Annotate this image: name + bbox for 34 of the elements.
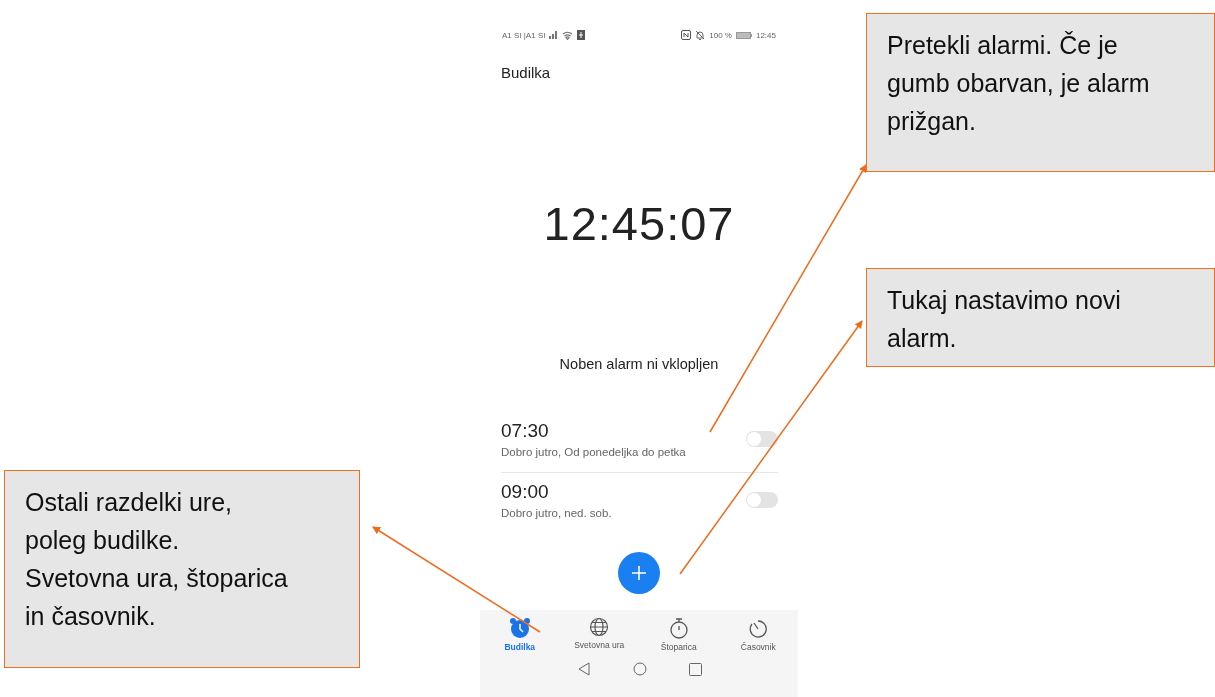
alarm-toggle[interactable] [746,492,778,508]
alarm-status-text: Noben alarm ni vklopljen [558,356,720,372]
alarm-time: 07:30 [501,420,550,442]
alarm-time: 09:00 [501,481,550,503]
battery-icon [735,31,752,39]
callout-box: Ostali razdelki ure, poleg budilke. Svetovna ura, štoparica in časovnik. [4,470,360,668]
nav-tab[interactable]: Štoparica [643,617,714,652]
plus-icon [631,565,647,581]
globe-icon [589,617,610,637]
wifi-icon [562,30,574,40]
nav-tab[interactable]: Budilka [484,617,555,652]
alarm-label: Dobro jutro, Od ponedeljka do petka [501,446,686,458]
callout-box: Tukaj nastavimo novi alarm. [866,268,1215,367]
nav-tab[interactable]: Svetovna ura [564,617,635,652]
carrier-text: A1 SI |A1 SI [502,30,546,40]
alarm-label: Dobro jutro, ned. sob. [501,507,612,519]
nav-tab[interactable]: Časovnik [723,617,794,652]
callout-box: Pretekli alarmi. Če je gumb obarvan, je alarm prižgan. [866,13,1215,172]
nfc-icon [681,30,692,40]
recents-icon[interactable] [688,662,702,676]
battery-icon [577,30,586,40]
stopwatch-icon [668,617,689,639]
signal-icon [549,31,559,39]
alarm-toggle[interactable] [746,431,778,447]
current-time: 12:45:07 [542,196,736,251]
home-icon[interactable] [632,662,647,676]
add-alarm-button[interactable] [618,552,660,594]
status-time: 12:45 [755,30,776,40]
battery-percent: 100 % [709,30,732,40]
app-title: Budilka [501,64,552,81]
timer-icon [748,617,769,639]
muted-bell-icon [695,30,706,40]
back-icon[interactable] [576,662,591,676]
alarm-clock-icon [508,617,531,639]
